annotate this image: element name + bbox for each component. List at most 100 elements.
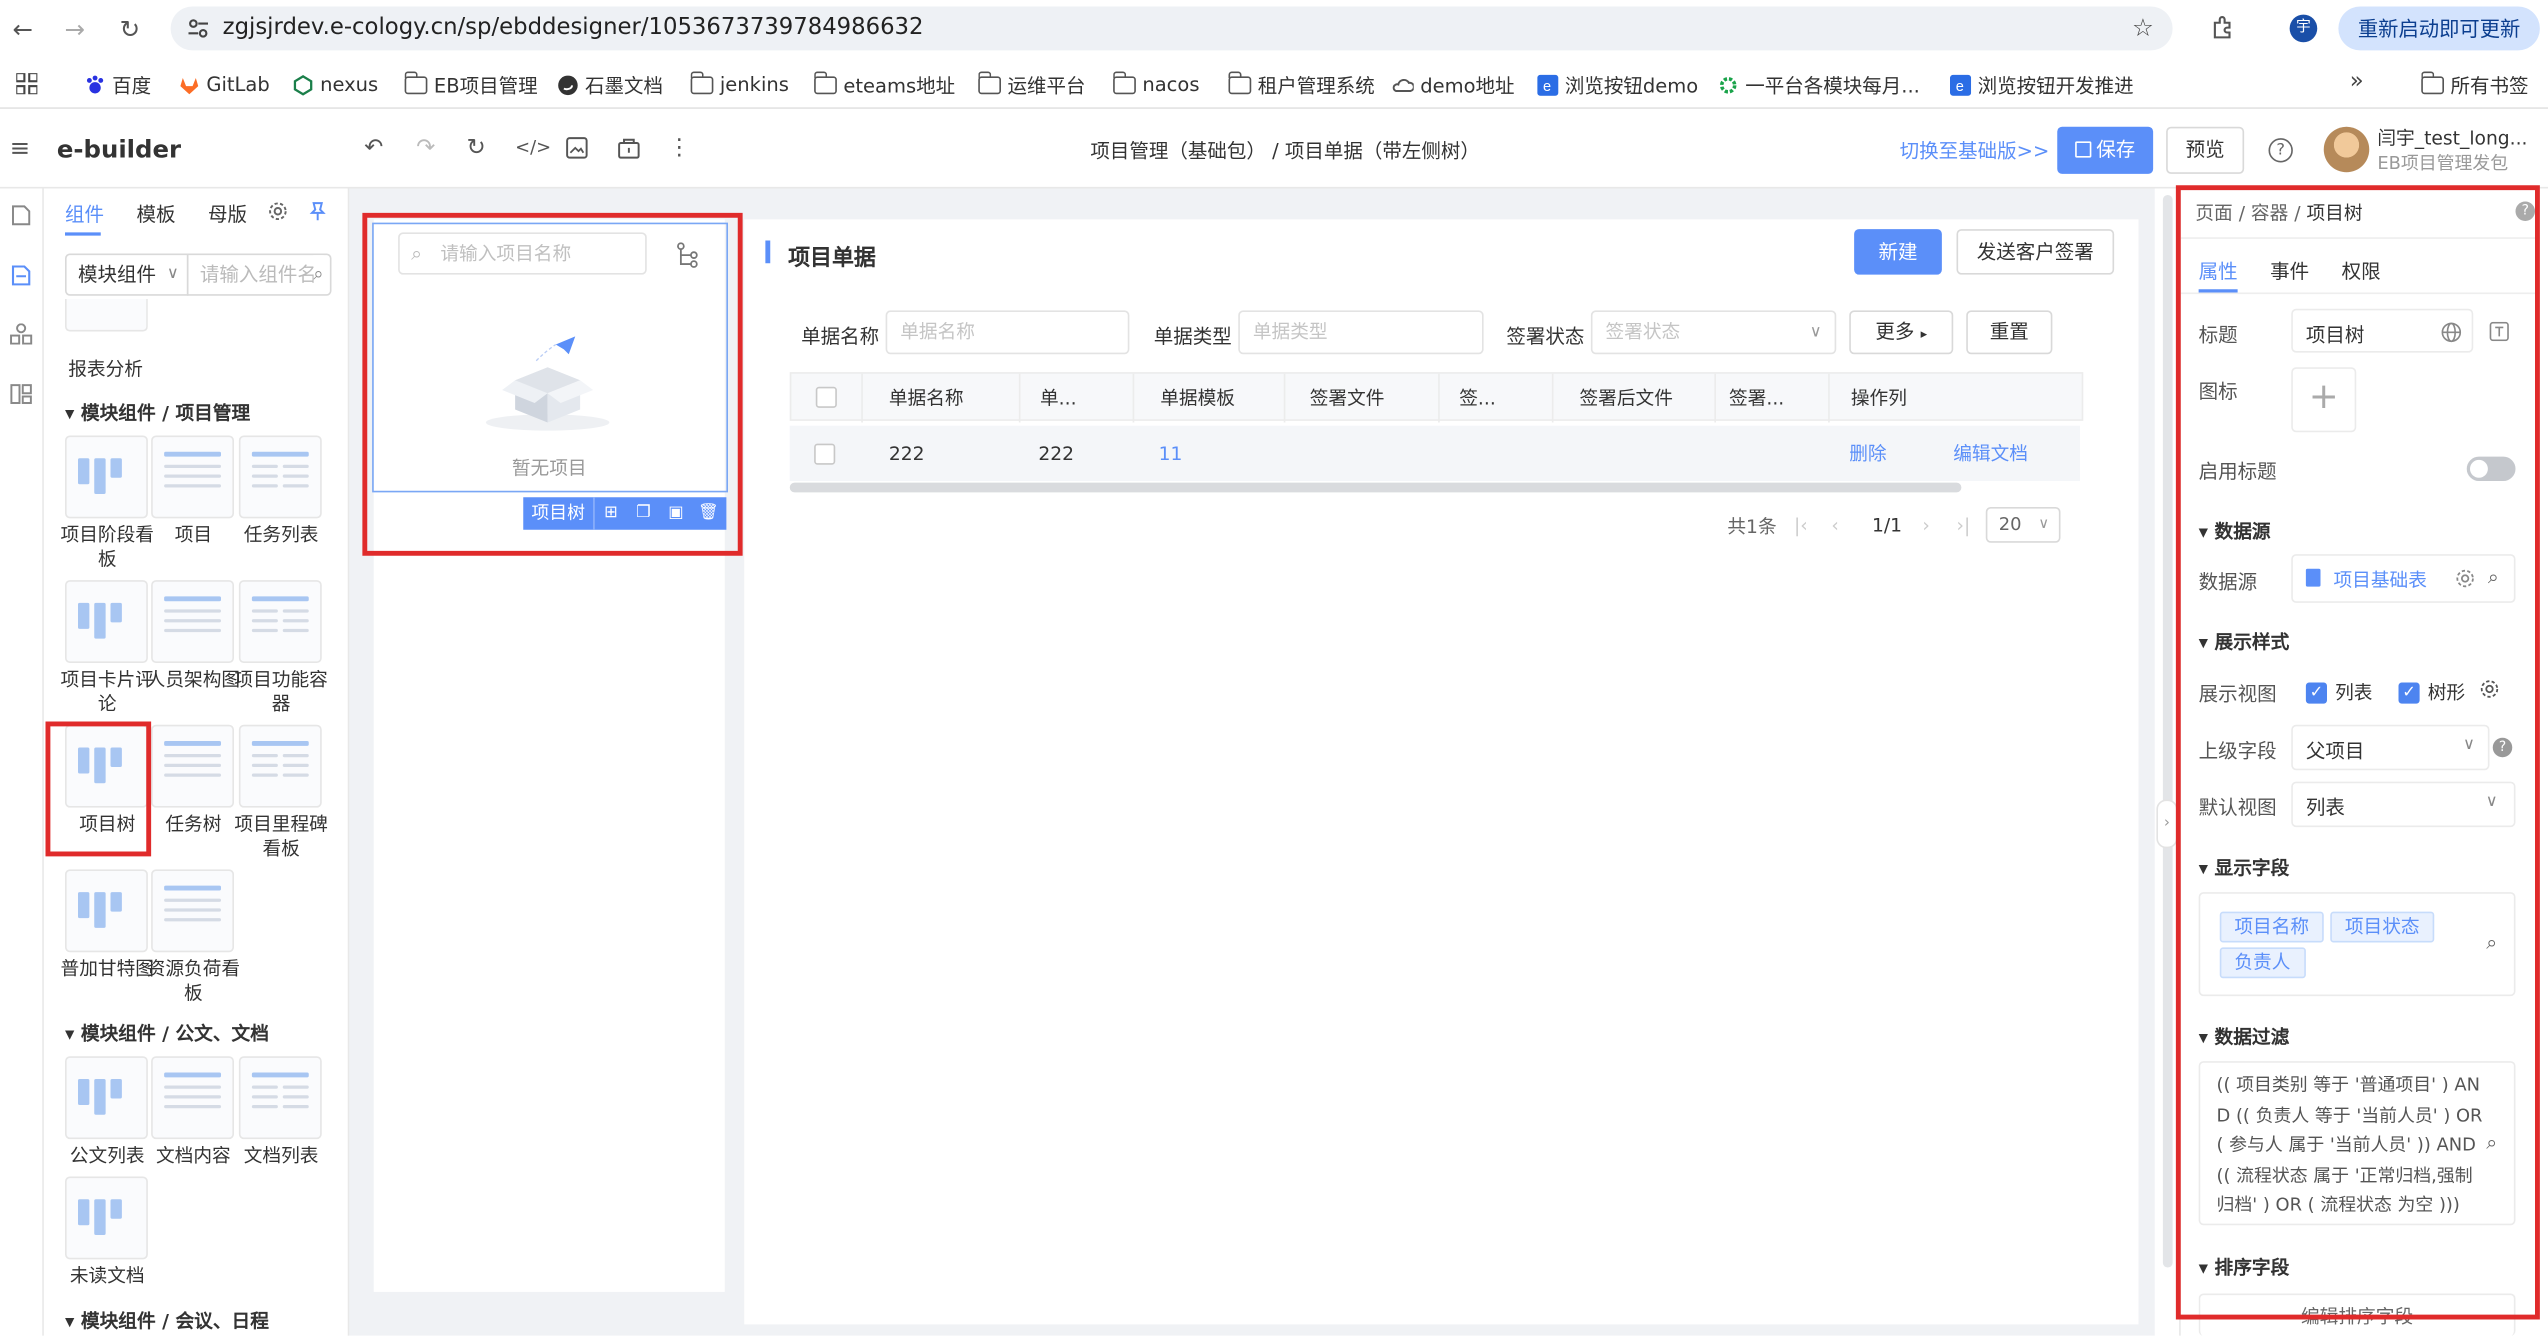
tab-components[interactable]: 组件: [65, 200, 104, 228]
send-sign-button[interactable]: 发送客户签署: [1956, 229, 2115, 275]
column-header[interactable]: 签署文件: [1285, 373, 1440, 423]
column-header[interactable]: 签署...: [1716, 373, 1830, 423]
component-tile[interactable]: [65, 869, 148, 953]
filter-status-select[interactable]: 签署状态 ∨: [1590, 310, 1837, 355]
code-icon[interactable]: </>: [515, 135, 551, 161]
component-tile[interactable]: [65, 435, 148, 519]
all-bookmarks[interactable]: 所有书签: [2420, 70, 2529, 99]
row-checkbox[interactable]: [814, 443, 836, 465]
layout-icon[interactable]: [10, 384, 33, 405]
component-tile[interactable]: [151, 869, 234, 953]
bookmark-eteams[interactable]: eteams地址: [813, 70, 955, 99]
component-icon[interactable]: [11, 265, 31, 286]
column-header[interactable]: 签署后文件: [1554, 373, 1716, 423]
back-icon[interactable]: ←: [7, 13, 40, 46]
undo-icon[interactable]: ↶: [361, 135, 387, 161]
module-select[interactable]: 模块组件 ∨: [65, 253, 189, 296]
bookmark-nacos[interactable]: nacos: [1112, 70, 1200, 99]
image-edit-icon[interactable]: [566, 137, 589, 160]
table-horizontal-scrollbar[interactable]: [789, 482, 1962, 493]
bookmark-monthly[interactable]: 一平台各模块每月...: [1718, 70, 1920, 99]
component-tile[interactable]: [151, 724, 234, 808]
reload-icon[interactable]: ↻: [114, 13, 147, 46]
component-search-input[interactable]: 请输入组件名 ⌕: [186, 253, 332, 296]
reset-button[interactable]: 重置: [1966, 310, 2053, 355]
component-tile[interactable]: [65, 1056, 148, 1140]
bookmark-jenkins[interactable]: jenkins: [689, 70, 789, 99]
component-tile[interactable]: [151, 435, 234, 519]
refresh-icon[interactable]: ↻: [463, 135, 489, 161]
cell-template-link[interactable]: 11: [1159, 426, 1183, 481]
component-tile[interactable]: [238, 580, 322, 663]
bookmark-browse-demo[interactable]: e 浏览按钮demo: [1537, 70, 1698, 99]
help-icon[interactable]: ?: [2268, 138, 2293, 163]
bookmark-baidu[interactable]: 百度: [85, 70, 151, 99]
new-button[interactable]: 新建: [1854, 229, 1942, 275]
bookmark-nexus[interactable]: nexus: [293, 70, 378, 99]
tab-masters[interactable]: 母版: [208, 200, 247, 228]
canvas-vertical-scrollbar[interactable]: [2162, 195, 2173, 1268]
more-filters-button[interactable]: 更多 ▸: [1849, 310, 1954, 355]
component-tile[interactable]: [65, 580, 148, 663]
extensions-icon[interactable]: [2210, 15, 2236, 41]
select-all-checkbox[interactable]: [815, 386, 837, 408]
column-header[interactable]: 单...: [1021, 373, 1135, 423]
user-avatar[interactable]: [2323, 126, 2370, 173]
menu-icon[interactable]: ≡: [10, 133, 30, 162]
section-documents[interactable]: ▾ 模块组件 / 公文、文档: [65, 1021, 269, 1047]
settings-icon[interactable]: [268, 202, 288, 222]
address-bar[interactable]: zgjsjrdev.e-cology.cn/sp/ebddesigner/105…: [170, 6, 2173, 51]
package-icon[interactable]: [618, 137, 641, 160]
column-header[interactable]: 单据模板: [1134, 373, 1286, 423]
component-thumbnail-icon: [78, 886, 135, 935]
section-project-management[interactable]: ▾ 模块组件 / 项目管理: [65, 400, 250, 426]
bookmark-demo[interactable]: demo地址: [1392, 70, 1515, 99]
bookmark-tenant[interactable]: 租户管理系统: [1227, 70, 1375, 99]
redo-icon[interactable]: ↷: [413, 135, 439, 161]
filter-type-input[interactable]: 单据类型: [1238, 310, 1484, 355]
star-icon[interactable]: ☆: [2132, 13, 2154, 42]
column-header[interactable]: 签...: [1440, 373, 1554, 423]
first-page-icon[interactable]: |‹: [1794, 514, 1808, 537]
column-header[interactable]: 操作列: [1830, 374, 2082, 423]
component-tile[interactable]: [151, 580, 234, 663]
url-text[interactable]: zgjsjrdev.e-cology.cn/sp/ebddesigner/105…: [223, 15, 924, 41]
preview-button[interactable]: 预览: [2166, 126, 2245, 174]
column-header[interactable]: 单据名称: [863, 373, 1021, 423]
forward-icon[interactable]: →: [59, 13, 92, 46]
prev-page-icon[interactable]: ‹: [1831, 514, 1838, 537]
section-meetings[interactable]: ▾ 模块组件 / 会议、日程: [65, 1308, 269, 1334]
component-tile[interactable]: [151, 1056, 234, 1140]
page-icon[interactable]: [11, 205, 31, 226]
bookmark-browse-dev[interactable]: e 浏览按钮开发推进: [1950, 70, 2134, 99]
bookmark-gitlab[interactable]: GitLab: [179, 70, 270, 99]
more-vertical-icon[interactable]: ⋮: [666, 135, 692, 161]
bookmark-shimo[interactable]: 石墨文档: [557, 70, 663, 99]
edit-document-link[interactable]: 编辑文档: [1953, 426, 2028, 481]
restart-update-button[interactable]: 重新启动即可更新: [2338, 6, 2540, 51]
component-tile[interactable]: [238, 435, 322, 519]
more-bookmarks-icon[interactable]: »: [2350, 68, 2364, 94]
shapes-icon[interactable]: [10, 323, 33, 345]
pin-icon[interactable]: [309, 202, 327, 222]
filter-name-input[interactable]: 单据名称: [885, 310, 1130, 355]
bookmark-eb-project[interactable]: EB项目管理: [403, 70, 538, 99]
profile-avatar[interactable]: 宇: [2289, 14, 2318, 43]
component-tile[interactable]: [65, 1176, 148, 1260]
component-tile[interactable]: [238, 1056, 322, 1140]
user-name[interactable]: 闫宇_test_long...: [2377, 125, 2527, 151]
site-settings-icon[interactable]: [187, 18, 210, 39]
last-page-icon[interactable]: ›|: [1957, 514, 1971, 537]
apps-grid-icon[interactable]: [16, 73, 38, 95]
component-tile[interactable]: [238, 724, 322, 808]
bookmark-ops[interactable]: 运维平台: [977, 70, 1086, 99]
next-page-icon[interactable]: ›: [1922, 514, 1929, 537]
page-size-select[interactable]: 20 ∨: [1985, 507, 2061, 543]
table-row[interactable]: 222 222 11 删除 编辑文档: [789, 425, 2080, 481]
switch-basic-link[interactable]: 切换至基础版>>: [1900, 137, 2050, 165]
component-report-tile[interactable]: [65, 299, 148, 332]
save-button[interactable]: 保存: [2057, 126, 2154, 174]
delete-link[interactable]: 删除: [1849, 426, 1886, 481]
tab-templates[interactable]: 模板: [137, 200, 176, 228]
collapse-panel-toggle[interactable]: ›: [2156, 799, 2178, 849]
